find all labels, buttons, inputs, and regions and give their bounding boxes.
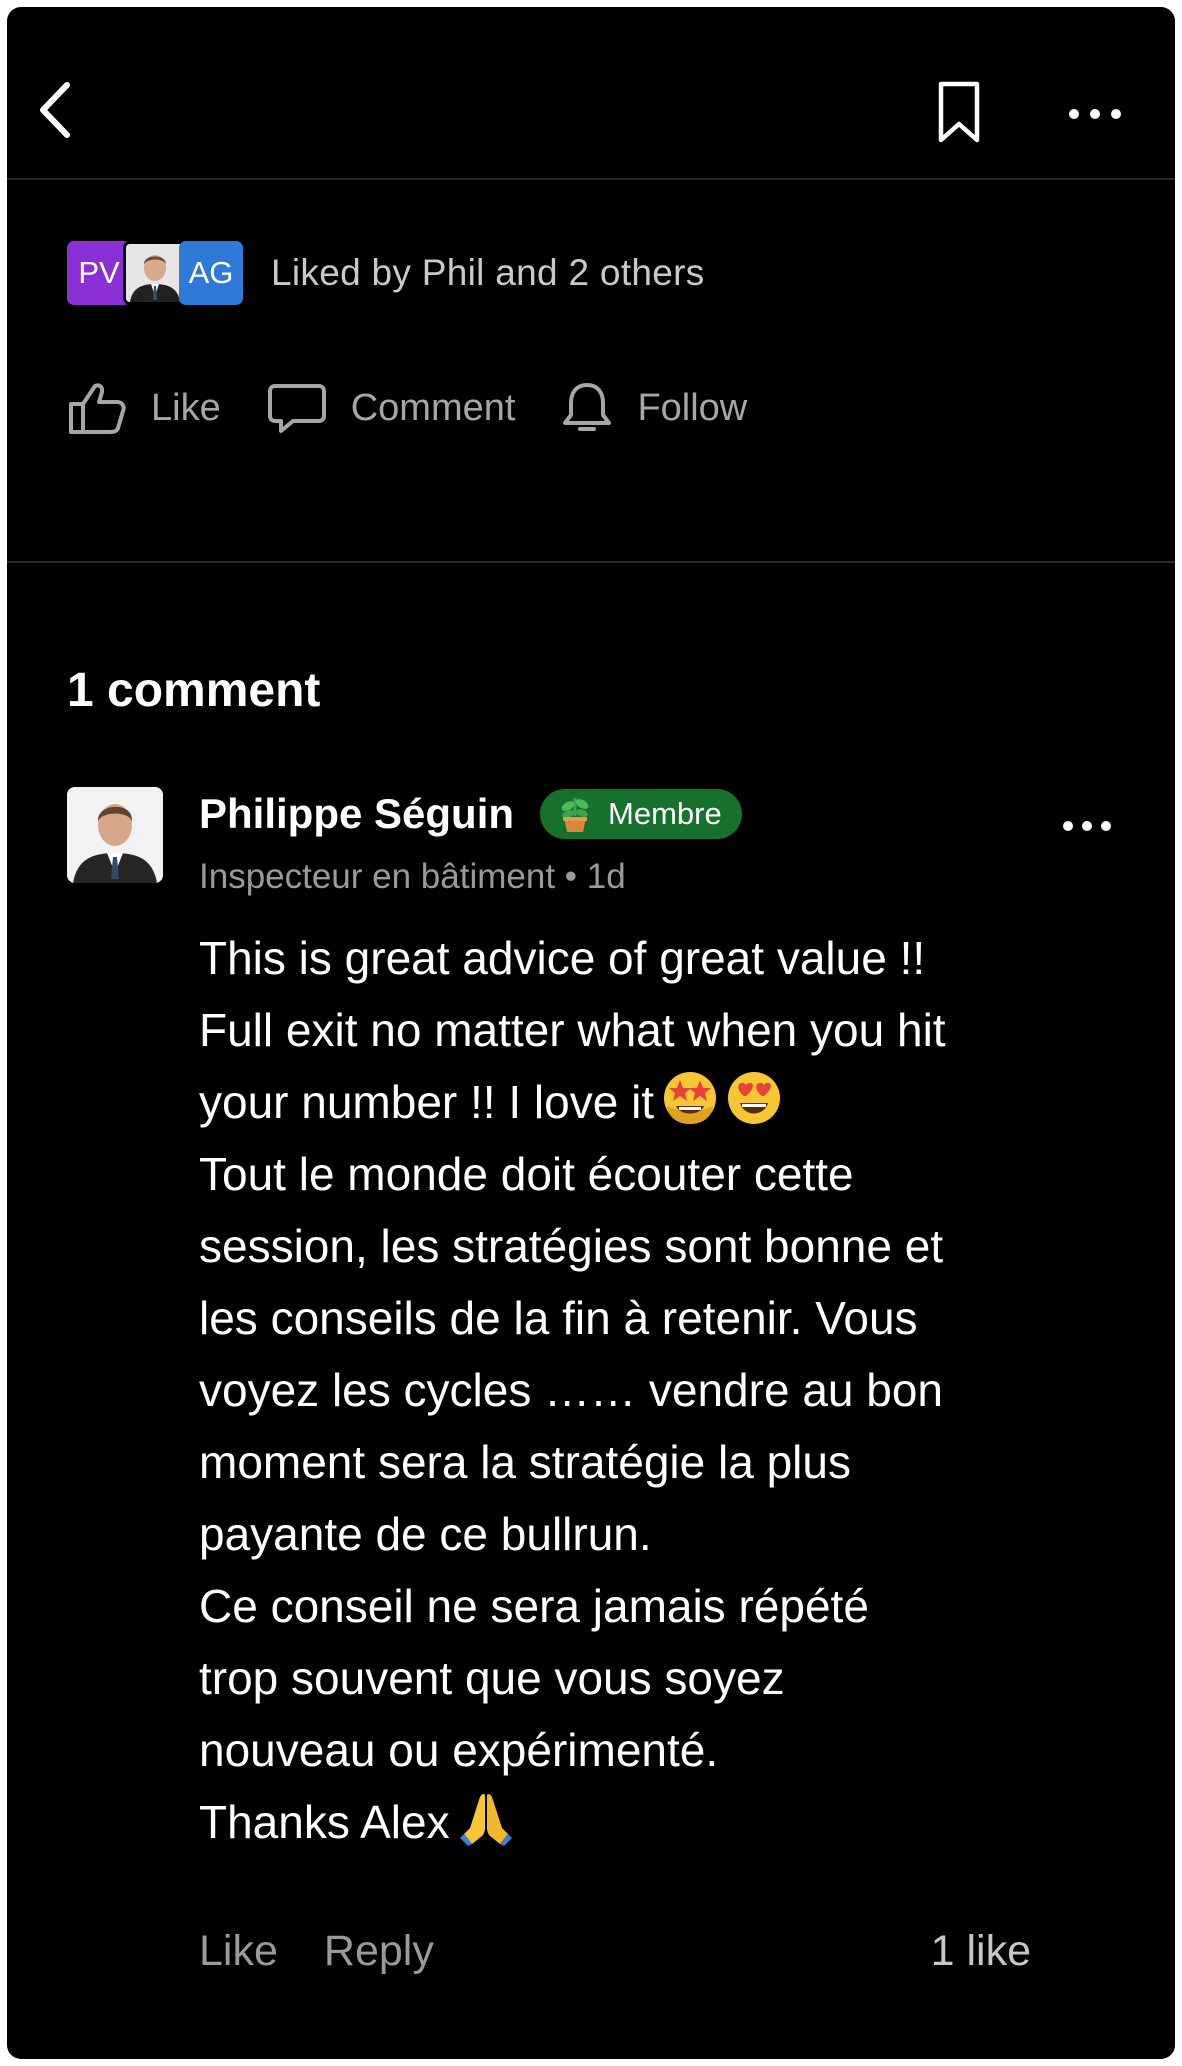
post-screen: PV AG Liked by Phil and 2 others Like Co… (7, 7, 1175, 2059)
comment-actions: Like Reply (199, 1927, 434, 1976)
liked-by-text: Liked by Phil and 2 others (271, 252, 705, 293)
potted-plant-icon (561, 798, 589, 832)
comment-options-icon[interactable] (1061, 819, 1113, 833)
comment-body: This is great advice of great value !! F… (199, 922, 1099, 1858)
comment-bubble-icon (267, 384, 326, 433)
comment-text-part1: This is great advice of great value !! F… (199, 932, 946, 1128)
thumbs-up-icon (69, 383, 126, 434)
follow-button[interactable]: Follow (561, 379, 747, 437)
like-label: Like (151, 386, 221, 429)
avatar-pv: PV (67, 241, 131, 305)
comment-likes-count[interactable]: 1 like (931, 1927, 1031, 1976)
star-struck-emoji-icon (664, 1072, 717, 1124)
comment-author-subtitle: Inspecteur en bâtiment • 1d (199, 857, 626, 896)
member-badge: Membre (540, 789, 742, 839)
section-divider (7, 561, 1175, 563)
comment-button[interactable]: Comment (267, 380, 516, 436)
comment-author-name[interactable]: Philippe Séguin (199, 790, 514, 838)
comment-like-button[interactable]: Like (199, 1927, 278, 1975)
person-photo-icon (67, 787, 163, 883)
heart-eyes-emoji-icon (728, 1072, 781, 1124)
member-badge-label: Membre (608, 796, 722, 831)
avatar-ag: AG (179, 241, 243, 305)
person-photo-icon (126, 244, 184, 302)
follow-label: Follow (637, 386, 748, 429)
comment-reply-button[interactable]: Reply (324, 1927, 434, 1975)
comment-author-avatar[interactable] (67, 787, 163, 883)
ellipsis-icon[interactable] (1067, 107, 1123, 121)
top-bar (7, 7, 1175, 180)
post-actions: Like Comment Follow (67, 379, 747, 437)
chevron-left-icon[interactable] (33, 79, 77, 141)
bell-icon (563, 383, 612, 431)
comment-text-part2: Tout le monde doit écouter cette session… (199, 1148, 944, 1848)
comments-count-title: 1 comment (67, 664, 321, 717)
liked-by-row[interactable]: PV AG Liked by Phil and 2 others (67, 239, 705, 307)
comment-label: Comment (350, 386, 516, 429)
avatar-photo (123, 241, 187, 305)
comment-header: Philippe Séguin Membre (199, 789, 742, 839)
folded-hands-emoji-icon (459, 1794, 512, 1846)
like-button[interactable]: Like (67, 380, 221, 436)
bookmark-icon[interactable] (933, 79, 985, 145)
